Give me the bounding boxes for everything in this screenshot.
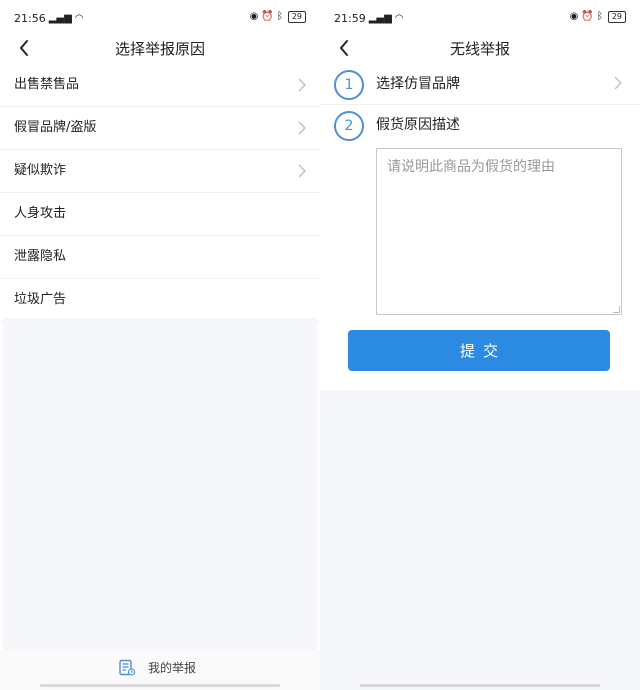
reason-label: 泄露隐私: [14, 249, 67, 264]
reason-item-suspected-fraud[interactable]: 疑似欺诈: [0, 150, 320, 193]
record-icon: ◉: [569, 11, 579, 22]
report-list-icon: [119, 659, 136, 676]
description-placeholder: 请说明此商品为假货的理由: [387, 159, 555, 175]
status-right: ◉ ⏰ ᛒ 29: [250, 11, 306, 23]
reason-label: 出售禁售品: [14, 77, 80, 92]
counterfeit-reason-input[interactable]: 请说明此商品为假货的理由: [376, 148, 622, 315]
wireless-report-screen: 21:59 ▂▄▆ ◠ ◉ ⏰ ᛒ 29 无线举报 1 选择仿冒品牌 2 假货原…: [320, 0, 640, 690]
navigation-bar: 选择举报原因: [0, 34, 320, 64]
reason-label: 疑似欺诈: [14, 163, 67, 178]
step-number-badge: 2: [334, 111, 364, 141]
status-right: ◉ ⏰ ᛒ 29: [570, 11, 626, 23]
status-left: 21:59 ▂▄▆ ◠: [334, 12, 404, 25]
page-title: 选择举报原因: [114, 40, 205, 58]
reason-item-prohibited-sale[interactable]: 出售禁售品: [0, 64, 320, 107]
alarm-icon: ⏰: [581, 11, 594, 22]
signal-icon: ▂▄▆: [48, 12, 72, 24]
description-section: 请说明此商品为假货的理由: [320, 145, 640, 323]
home-indicator: [40, 684, 280, 687]
step-label: 选择仿冒品牌: [376, 76, 460, 92]
my-reports-label: 我的举报: [148, 661, 197, 675]
resize-handle-icon[interactable]: [613, 306, 620, 313]
empty-content-area: [320, 390, 640, 690]
battery-level: 29: [611, 12, 622, 21]
step-number-badge: 1: [334, 70, 364, 100]
battery-icon: 29: [607, 11, 626, 23]
reason-item-counterfeit-piracy[interactable]: 假冒品牌/盗版: [0, 107, 320, 150]
chevron-right-icon: [298, 78, 306, 92]
select-counterfeit-brand-row[interactable]: 1 选择仿冒品牌: [320, 64, 640, 105]
status-bar: 21:59 ▂▄▆ ◠ ◉ ⏰ ᛒ 29: [320, 0, 640, 34]
battery-icon: 29: [287, 11, 306, 23]
counterfeit-reason-row: 2 假货原因描述: [320, 105, 640, 145]
wifi-icon: ◠: [394, 12, 404, 24]
select-reason-screen: 21:56 ▂▄▆ ◠ ◉ ⏰ ᛒ 29 选择举报原因 出售禁售品 假冒品牌/盗…: [0, 0, 320, 690]
status-left: 21:56 ▂▄▆ ◠: [14, 12, 84, 25]
chevron-right-icon: [298, 121, 306, 135]
submit-area: 提交: [320, 323, 640, 383]
reason-item-spam-ads[interactable]: 垃圾广告: [0, 279, 320, 322]
bluetooth-icon: ᛒ: [276, 11, 283, 22]
empty-content-area: [3, 318, 317, 650]
bluetooth-icon: ᛒ: [596, 11, 603, 22]
reason-item-privacy-leak[interactable]: 泄露隐私: [0, 236, 320, 279]
page-title: 无线举报: [449, 40, 510, 58]
battery-level: 29: [291, 12, 302, 21]
reason-label: 人身攻击: [14, 206, 67, 221]
chevron-right-icon: [298, 164, 306, 178]
submit-button[interactable]: 提交: [348, 330, 610, 371]
home-indicator: [360, 684, 600, 687]
dual-report-screens: 21:56 ▂▄▆ ◠ ◉ ⏰ ᛒ 29 选择举报原因 出售禁售品 假冒品牌/盗…: [0, 0, 640, 690]
reason-label: 垃圾广告: [14, 292, 67, 307]
record-icon: ◉: [249, 11, 259, 22]
report-reason-list: 出售禁售品 假冒品牌/盗版 疑似欺诈 人身攻击 泄露隐私 垃圾广告: [0, 64, 320, 322]
status-time: 21:59: [334, 12, 366, 25]
navigation-bar: 无线举报: [320, 34, 640, 64]
status-time: 21:56: [14, 12, 46, 25]
wifi-icon: ◠: [74, 12, 84, 24]
chevron-right-icon: [614, 76, 622, 90]
step-label: 假货原因描述: [376, 117, 460, 133]
reason-item-personal-attack[interactable]: 人身攻击: [0, 193, 320, 236]
alarm-icon: ⏰: [261, 11, 274, 22]
reason-label: 假冒品牌/盗版: [14, 120, 97, 135]
status-bar: 21:56 ▂▄▆ ◠ ◉ ⏰ ᛒ 29: [0, 0, 320, 34]
signal-icon: ▂▄▆: [368, 12, 392, 24]
my-reports-button[interactable]: 我的举报: [118, 659, 196, 677]
